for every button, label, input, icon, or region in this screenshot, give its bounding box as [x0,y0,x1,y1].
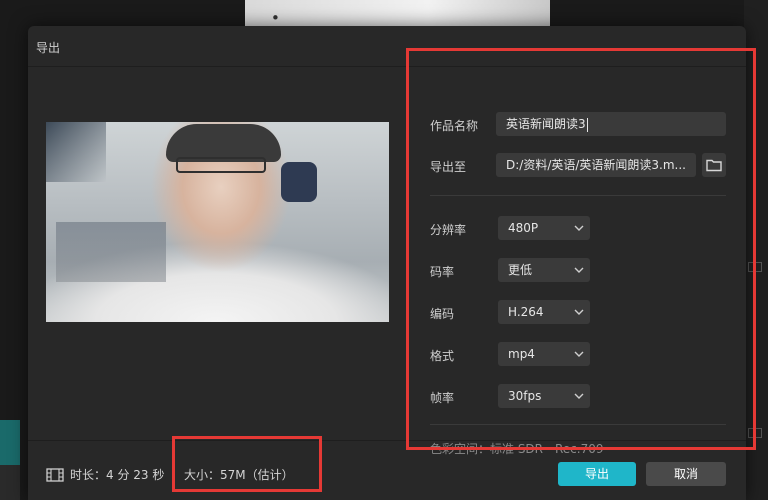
background-video-preview: . [245,0,550,28]
size-estimate: 大小：57M（估计） [184,468,294,482]
browse-folder-button[interactable] [702,153,726,177]
text-caret [586,117,588,132]
path-label: 导出至 [430,160,467,174]
duration-info: 时长：4 分 23 秒 [46,466,164,483]
background-timeline-track [0,465,20,500]
chevron-down-icon [574,258,584,282]
duration-text: 时长：4 分 23 秒 [70,468,165,482]
chevron-down-icon [574,384,584,408]
section-divider [430,195,726,196]
format-label: 格式 [430,349,455,363]
resolution-label: 分辨率 [430,223,467,237]
framerate-label: 帧率 [430,391,455,405]
cancel-button[interactable]: 取消 [646,462,726,486]
export-settings-panel: 作品名称 英语新闻朗读3 导出至 D:/资料/英语/英语新闻朗读3.m... 分… [408,52,746,456]
format-select[interactable]: mp4 [498,342,590,366]
chevron-down-icon [574,300,584,324]
colorspace-info: 色彩空间：标准 SDR - Rec.709 [430,442,604,456]
video-preview [46,122,389,322]
name-input[interactable]: 英语新闻朗读3 [496,112,726,136]
background-right-panel [744,0,768,500]
bitrate-label: 码率 [430,265,455,279]
export-button[interactable]: 导出 [558,462,636,486]
folder-icon [706,159,722,172]
codec-select[interactable]: H.264 [498,300,590,324]
dialog-title: 导出 [36,41,61,55]
codec-label: 编码 [430,307,455,321]
footer-divider [28,440,746,441]
film-icon [46,467,64,482]
resolution-select[interactable]: 480P [498,216,590,240]
chevron-down-icon [574,342,584,366]
section-divider [430,424,726,425]
bitrate-select[interactable]: 更低 [498,258,590,282]
name-label: 作品名称 [430,119,479,133]
export-dialog: 导出 作品名称 英语新闻朗读3 导出至 D:/资料/英语/英语新闻朗读3.m..… [28,26,746,500]
path-input[interactable]: D:/资料/英语/英语新闻朗读3.m... [496,153,696,177]
framerate-select[interactable]: 30fps [498,384,590,408]
chevron-down-icon [574,216,584,240]
